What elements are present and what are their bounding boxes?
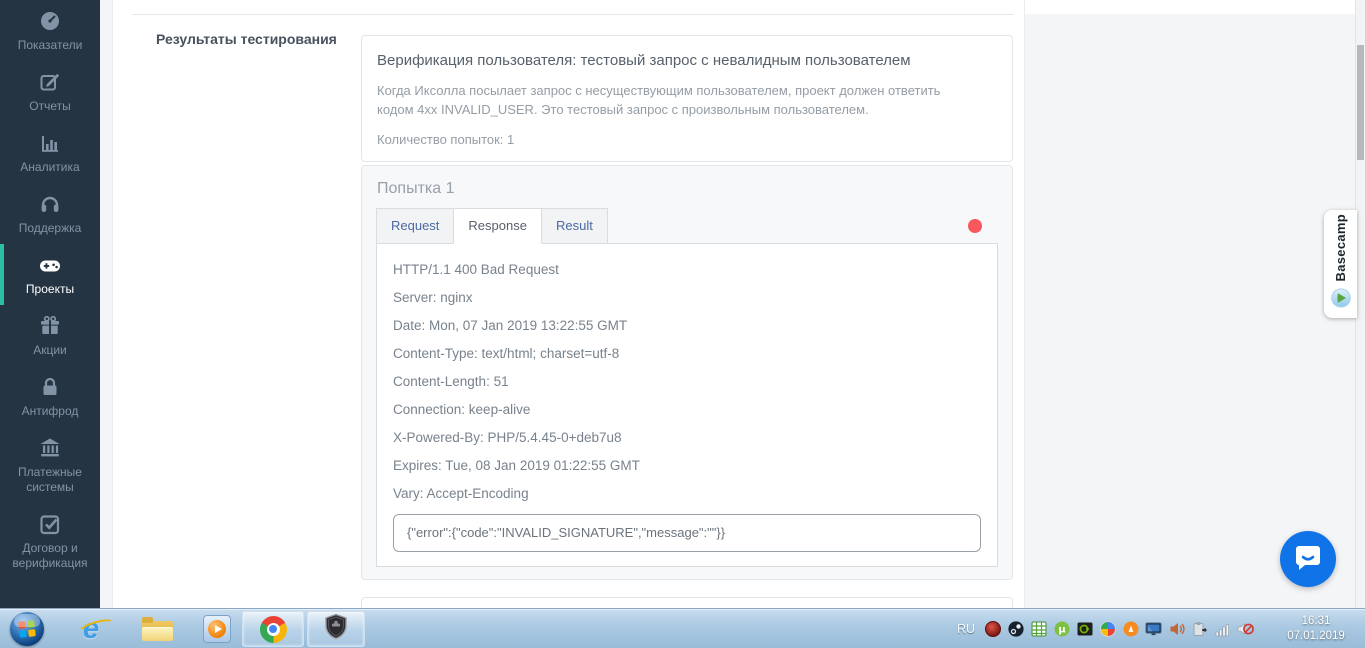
windows-media-player-icon [203,615,231,643]
sidebar-item-label: Акции [33,343,67,358]
tab-response[interactable]: Response [453,208,542,244]
internet-explorer-button[interactable]: e [72,609,110,648]
response-body-box: {"error":{"code":"INVALID_SIGNATURE","me… [393,514,981,552]
utorrent-icon[interactable]: µ [1053,621,1070,638]
sidebar-item-label: Проекты [26,282,74,297]
sidebar-item-label: Отчеты [29,99,70,114]
status-dot [968,219,982,233]
edit-icon [37,70,63,94]
main-area: Результаты тестирования Верификация поль… [100,0,1365,608]
sidebar: Показатели Отчеты Аналитика Поддержка Пр… [0,0,100,608]
taskbar: e RU µ 16:31 07.01.2019 [0,608,1365,648]
basecamp-label: Basecamp [1333,214,1348,281]
sidebar-item-promotions[interactable]: Акции [0,305,100,366]
bank-icon [37,436,63,460]
disc-tool-icon[interactable] [984,621,1001,638]
chrome-taskbar-button[interactable] [242,611,304,647]
response-content: HTTP/1.1 400 Bad Request Server: nginx D… [376,244,998,567]
internet-explorer-icon: e [83,614,99,644]
attempt-card: Попытка 1 Request Response Result HTTP/1… [361,165,1013,580]
taskbar-clock[interactable]: 16:31 07.01.2019 [1271,609,1361,648]
basecamp-logo-icon [1331,288,1351,313]
chat-bubble-icon [1293,542,1323,577]
attempt-tabs: Request Response Result [376,208,998,244]
system-tray: µ [984,609,1254,648]
sidebar-item-label: Показатели [18,38,83,53]
response-header-line: Server: nginx [393,284,981,312]
sidebar-item-label: Антифрод [22,404,79,419]
headset-icon [37,192,63,216]
response-header-line: Vary: Accept-Encoding [393,480,981,508]
sidebar-item-payment-systems[interactable]: Платежные системы [0,427,100,503]
language-indicator[interactable]: RU [950,609,982,648]
tab-request[interactable]: Request [376,208,454,244]
attempt-title: Попытка 1 [377,180,998,198]
test-description-card: Верификация пользователя: тестовый запро… [361,35,1013,162]
response-header-line: Connection: keep-alive [393,396,981,424]
sidebar-item-support[interactable]: Поддержка [0,183,100,244]
sidebar-item-indicators[interactable]: Показатели [0,0,100,61]
chat-widget-button[interactable] [1280,531,1336,587]
world-of-tanks-icon [324,613,348,645]
test-results-cards: Верификация пользователя: тестовый запро… [361,35,1013,608]
network-signal-icon[interactable] [1214,621,1231,638]
explorer-folder-icon [142,617,173,641]
clock-date: 07.01.2019 [1287,629,1345,644]
sidebar-item-agreement-verification[interactable]: Договор и верификация [0,503,100,579]
world-of-tanks-taskbar-button[interactable] [307,611,365,647]
sidebar-item-label: Платежные системы [5,465,95,495]
sidebar-item-reports[interactable]: Отчеты [0,61,100,122]
sidebar-item-analytics[interactable]: Аналитика [0,122,100,183]
windows-explorer-button[interactable] [138,609,176,648]
section-label: Результаты тестирования [156,31,337,47]
test-description: Когда Иксолла посылает запрос с несущест… [377,81,943,119]
volume-muted-icon[interactable] [1237,621,1254,638]
chrome-icon [260,616,287,643]
svg-text:µ: µ [1058,625,1066,636]
content-panel: Результаты тестирования Верификация поль… [112,0,1025,608]
windows-logo-icon [10,612,44,646]
spreadsheet-icon[interactable] [1030,621,1047,638]
next-test-card-partial [361,597,1013,608]
volume-icon[interactable] [1168,621,1185,638]
clock-time: 16:31 [1302,614,1331,629]
gauge-icon [37,9,63,33]
media-player-button[interactable] [198,609,236,648]
tab-result[interactable]: Result [541,208,608,244]
response-header-line: X-Powered-By: PHP/5.4.45-0+deb7u8 [393,424,981,452]
avast-icon[interactable] [1122,621,1139,638]
gift-icon [37,314,63,338]
sidebar-item-antifraud[interactable]: Антифрод [0,366,100,427]
sidebar-item-projects[interactable]: Проекты [0,244,100,305]
test-title: Верификация пользователя: тестовый запро… [377,51,997,71]
start-button[interactable] [8,609,46,648]
response-header-line: HTTP/1.1 400 Bad Request [393,256,981,284]
top-strip [1013,0,1365,14]
response-header-line: Content-Type: text/html; charset=utf-8 [393,340,981,368]
sidebar-item-label: Договор и верификация [5,541,95,571]
bar-chart-icon [37,131,63,155]
attempts-count: Количество попыток: 1 [377,132,997,147]
response-header-line: Expires: Tue, 08 Jan 2019 01:22:55 GMT [393,452,981,480]
basecamp-feedback-tab[interactable]: Basecamp [1324,210,1357,318]
pinwheel-icon[interactable] [1099,621,1116,638]
display-settings-icon[interactable] [1145,621,1162,638]
nvidia-icon[interactable] [1076,621,1093,638]
check-square-icon [37,512,63,536]
response-header-line: Date: Mon, 07 Jan 2019 13:22:55 GMT [393,312,981,340]
scrollbar-thumb[interactable] [1357,45,1364,160]
sidebar-item-label: Аналитика [20,160,79,175]
lock-icon [37,375,63,399]
sidebar-item-label: Поддержка [19,221,82,236]
steam-icon[interactable] [1007,621,1024,638]
section-divider [132,14,1014,15]
response-header-line: Content-Length: 51 [393,368,981,396]
gamepad-icon [36,253,64,277]
power-plan-icon[interactable] [1191,621,1208,638]
